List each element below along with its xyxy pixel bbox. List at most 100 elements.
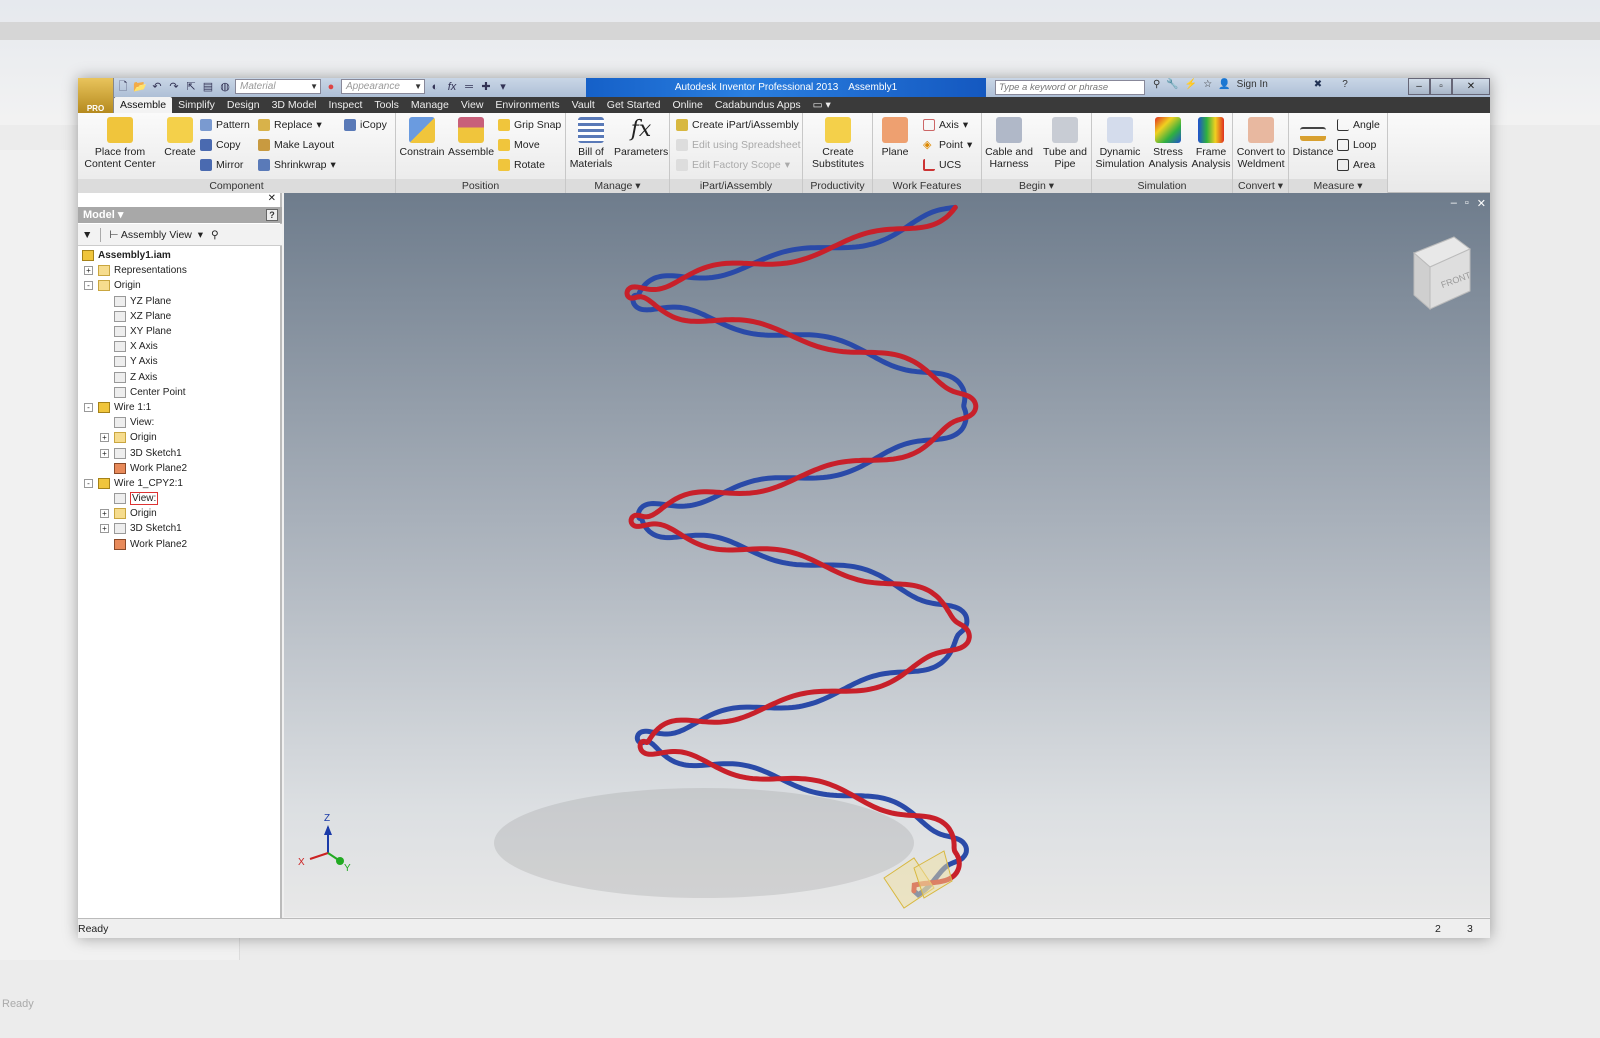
tree-item[interactable]: Z Axis bbox=[78, 370, 282, 385]
edit-factory-scope-button[interactable]: Edit Factory Scope ▾ bbox=[676, 157, 790, 173]
expand-icon[interactable]: + bbox=[100, 433, 109, 443]
plus-icon[interactable]: ✚ bbox=[479, 80, 493, 94]
tab-online[interactable]: Online bbox=[666, 97, 708, 113]
minimize-button[interactable]: – bbox=[1408, 78, 1430, 95]
tree-item[interactable]: Work Plane2 bbox=[78, 461, 282, 476]
close-button[interactable]: ✕ bbox=[1452, 78, 1490, 95]
panel-label[interactable]: Manage ▾ bbox=[566, 179, 669, 193]
graphics-window[interactable]: – ▫ ✕ FRONT Z X Y bbox=[284, 193, 1490, 917]
tab-cadabundus-apps[interactable]: Cadabundus Apps bbox=[709, 97, 807, 113]
tree-item[interactable]: View: bbox=[78, 415, 282, 430]
create-button[interactable]: Create bbox=[162, 117, 198, 158]
tree-item[interactable]: X Axis bbox=[78, 339, 282, 354]
tab-3d-model[interactable]: 3D Model bbox=[266, 97, 323, 113]
wrench-icon[interactable]: 🔧 bbox=[1166, 79, 1178, 90]
globe-icon[interactable]: ◍ bbox=[218, 80, 232, 94]
clear-appearance-icon[interactable]: ◐ bbox=[428, 80, 442, 94]
tab-simplify[interactable]: Simplify bbox=[172, 97, 221, 113]
ucs-button[interactable]: UCS bbox=[923, 157, 961, 173]
undo-icon[interactable]: ↶ bbox=[150, 80, 164, 94]
tree-item[interactable]: XY Plane bbox=[78, 324, 282, 339]
make-layout-button[interactable]: Make Layout bbox=[258, 137, 334, 153]
tab-tools[interactable]: Tools bbox=[368, 97, 405, 113]
measure-icon[interactable]: ═ bbox=[462, 80, 476, 94]
help-search-input[interactable]: Type a keyword or phrase bbox=[995, 80, 1145, 95]
plane-button[interactable]: Plane bbox=[877, 117, 913, 158]
tree-item[interactable]: XZ Plane bbox=[78, 309, 282, 324]
panel-label[interactable]: Begin ▾ bbox=[982, 179, 1091, 193]
loop-button[interactable]: Loop bbox=[1337, 137, 1376, 153]
create-substitutes-button[interactable]: Create Substitutes bbox=[805, 117, 871, 170]
tree-item[interactable]: + Origin bbox=[78, 506, 282, 521]
tree-item[interactable]: +3D Sketch1 bbox=[78, 445, 282, 460]
tree-item[interactable]: - Origin bbox=[78, 278, 282, 293]
icopy-button[interactable]: iCopy bbox=[344, 117, 387, 133]
view-cube[interactable]: FRONT bbox=[1413, 236, 1473, 311]
parameters-button[interactable]: fx Parameters bbox=[614, 117, 668, 158]
collapse-icon[interactable]: - bbox=[84, 281, 93, 291]
tree-item[interactable]: - Wire 1:1 bbox=[78, 400, 282, 415]
binoculars-icon[interactable]: ⚲ bbox=[1153, 79, 1160, 90]
create-ipart-button[interactable]: Create iPart/iAssembly bbox=[676, 117, 799, 133]
shrinkwrap-button[interactable]: Shrinkwrap ▾ bbox=[258, 157, 336, 173]
help-icon[interactable]: ? bbox=[1342, 79, 1348, 90]
edit-spreadsheet-button[interactable]: Edit using Spreadsheet bbox=[676, 137, 801, 153]
bill-of-materials-button[interactable]: Bill of Materials bbox=[568, 117, 614, 170]
browser-close-icon[interactable]: ✕ bbox=[268, 193, 276, 204]
tube-pipe-button[interactable]: Tube and Pipe bbox=[1040, 117, 1090, 170]
redo-icon[interactable]: ↷ bbox=[167, 80, 181, 94]
assembly-view-select[interactable]: ⊢ Assembly View ▾ bbox=[109, 229, 203, 241]
pattern-button[interactable]: Pattern bbox=[200, 117, 250, 133]
collapse-icon[interactable]: - bbox=[84, 402, 93, 412]
copy-button[interactable]: Copy bbox=[200, 137, 241, 153]
move-button[interactable]: Move bbox=[498, 137, 540, 153]
expand-icon[interactable]: + bbox=[100, 524, 109, 534]
open-icon[interactable]: 📂 bbox=[133, 80, 147, 94]
collapse-icon[interactable]: - bbox=[84, 478, 93, 488]
convert-weldment-button[interactable]: Convert to Weldment bbox=[1235, 117, 1287, 170]
rotate-button[interactable]: Rotate bbox=[498, 157, 545, 173]
tab-get-started[interactable]: Get Started bbox=[601, 97, 667, 113]
tree-item[interactable]: YZ Plane bbox=[78, 294, 282, 309]
stress-analysis-button[interactable]: Stress Analysis bbox=[1146, 117, 1190, 170]
panel-label[interactable]: Convert ▾ bbox=[1233, 179, 1288, 193]
exchange-icon[interactable]: ✖ bbox=[1314, 79, 1322, 90]
grip-snap-button[interactable]: Grip Snap bbox=[498, 117, 561, 133]
tab-view[interactable]: View bbox=[455, 97, 490, 113]
return-icon[interactable]: ⇱ bbox=[184, 80, 198, 94]
tree-item[interactable]: + Origin bbox=[78, 430, 282, 445]
tab-inspect[interactable]: Inspect bbox=[323, 97, 369, 113]
place-from-content-center-button[interactable]: Place from Content Center bbox=[82, 117, 158, 170]
axis-button[interactable]: Axis ▾ bbox=[923, 117, 968, 133]
help-icon[interactable]: ? bbox=[266, 209, 278, 221]
material-select[interactable]: Material ▼ bbox=[235, 79, 321, 94]
distance-button[interactable]: Distance bbox=[1291, 117, 1335, 158]
tree-item[interactable]: Y Axis bbox=[78, 354, 282, 369]
new-icon[interactable]: 🗋 bbox=[116, 80, 130, 94]
area-button[interactable]: Area bbox=[1337, 157, 1375, 173]
tab-manage[interactable]: Manage bbox=[405, 97, 455, 113]
find-icon[interactable]: ⚲ bbox=[211, 229, 219, 241]
tree-item[interactable]: Work Plane2 bbox=[78, 537, 282, 552]
replace-button[interactable]: Replace ▾ bbox=[258, 117, 322, 133]
point-button[interactable]: ◈ Point ▾ bbox=[923, 137, 972, 153]
tree-item[interactable]: - Wire 1_CPY2:1 bbox=[78, 476, 282, 491]
cable-harness-button[interactable]: Cable and Harness bbox=[984, 117, 1034, 170]
assemble-button[interactable]: Assemble bbox=[446, 117, 496, 158]
tab-overflow-icon[interactable]: ▭ ▾ bbox=[807, 97, 837, 113]
satellite-icon[interactable]: ⚡ bbox=[1185, 79, 1197, 90]
expand-icon[interactable]: + bbox=[84, 266, 93, 276]
application-menu-button[interactable]: PRO bbox=[78, 78, 114, 113]
appearance-select[interactable]: Appearance ▼ bbox=[341, 79, 425, 94]
angle-button[interactable]: Angle bbox=[1337, 117, 1380, 133]
tree-item[interactable]: Assembly1.iam bbox=[78, 248, 282, 263]
panel-label[interactable]: Measure ▾ bbox=[1289, 179, 1387, 193]
frame-analysis-button[interactable]: Frame Analysis bbox=[1190, 117, 1232, 170]
constrain-button[interactable]: Constrain bbox=[398, 117, 446, 158]
model-browser-header[interactable]: Model ▾? bbox=[78, 207, 282, 223]
tree-item[interactable]: +3D Sketch1 bbox=[78, 521, 282, 536]
restore-button[interactable]: ▫ bbox=[1430, 78, 1452, 95]
tab-design[interactable]: Design bbox=[221, 97, 266, 113]
tree-item[interactable]: + Representations bbox=[78, 263, 282, 278]
tab-assemble[interactable]: Assemble bbox=[114, 97, 173, 113]
